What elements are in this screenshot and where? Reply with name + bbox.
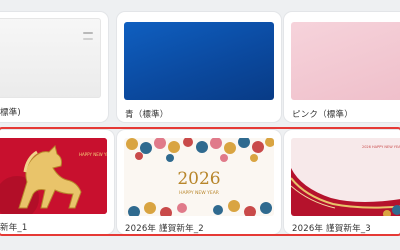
template-label: 新年_1: [0, 223, 28, 233]
slot-icon: [83, 32, 93, 34]
template-card-newyear-3[interactable]: 2026 HAPPY NEW YEAR 2026年 謹賀新年_3: [284, 130, 400, 234]
svg-text:HAPPY NEW YEAR: HAPPY NEW YEAR: [79, 152, 107, 157]
template-label: 青（標準）: [125, 110, 169, 120]
template-card-pink[interactable]: ピンク（標準）: [284, 12, 400, 122]
template-label: 2026年 謹賀新年_2: [125, 224, 204, 234]
greeting-text: HAPPY NEW YEAR: [179, 190, 219, 196]
year-text: 2026: [177, 169, 220, 189]
template-thumbnail-standard: [0, 18, 101, 98]
template-card-standard[interactable]: 標準): [0, 12, 108, 122]
template-card-blue[interactable]: 青（標準）: [117, 12, 281, 122]
template-thumbnail-pink: [291, 22, 400, 100]
svg-text:2026 HAPPY NEW YEAR: 2026 HAPPY NEW YEAR: [362, 145, 400, 149]
template-label: 標準): [0, 108, 21, 118]
template-label: ピンク（標準）: [292, 110, 353, 120]
template-thumbnail-newyear-1: HAPPY NEW YEAR: [0, 138, 107, 214]
template-thumbnail-blue: [124, 22, 274, 100]
template-thumbnail-newyear-2: 2026 HAPPY NEW YEAR: [124, 138, 274, 216]
template-thumbnail-newyear-3: 2026 HAPPY NEW YEAR: [291, 138, 400, 216]
template-card-newyear-1[interactable]: HAPPY NEW YEAR 新年_1: [0, 130, 114, 234]
template-label: 2026年 謹賀新年_3: [292, 224, 371, 234]
template-card-newyear-2[interactable]: 2026 HAPPY NEW YEAR 2026年 謹賀新年_2: [117, 130, 281, 234]
